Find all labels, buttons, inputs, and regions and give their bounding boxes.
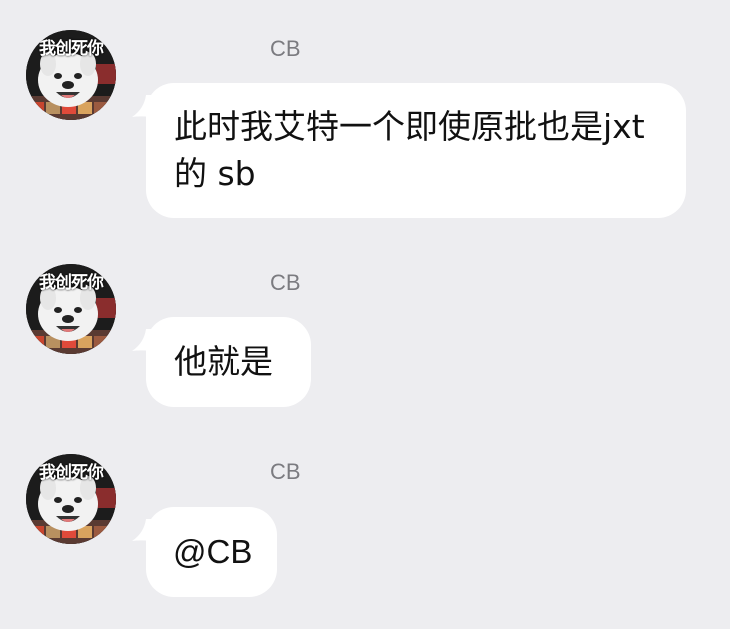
message-text: 他就是 xyxy=(174,342,273,381)
message-text: 此时我艾特一个即使原批也是jxt的 sb xyxy=(174,107,645,193)
bubble-tail xyxy=(132,329,162,353)
bubble-tail xyxy=(132,519,162,543)
message-bubble[interactable]: @CB xyxy=(132,507,277,597)
sender-name[interactable]: CB xyxy=(270,270,301,296)
sender-name[interactable]: CB xyxy=(270,36,301,62)
sender-name[interactable]: CB xyxy=(270,459,301,485)
message-bubble[interactable]: 此时我艾特一个即使原批也是jxt的 sb xyxy=(132,83,686,218)
sender-avatar[interactable]: 我创死你 xyxy=(26,264,116,354)
avatar-caption: 我创死你 xyxy=(39,273,104,293)
message-bubble[interactable]: 他就是 xyxy=(132,317,311,407)
sender-avatar[interactable]: 我创死你 xyxy=(26,30,116,120)
avatar-caption: 我创死你 xyxy=(39,39,104,59)
bubble-tail xyxy=(132,95,162,119)
message-text: @CB xyxy=(173,533,253,570)
avatar-caption: 我创死你 xyxy=(39,463,104,483)
sender-avatar[interactable]: 我创死你 xyxy=(26,454,116,544)
